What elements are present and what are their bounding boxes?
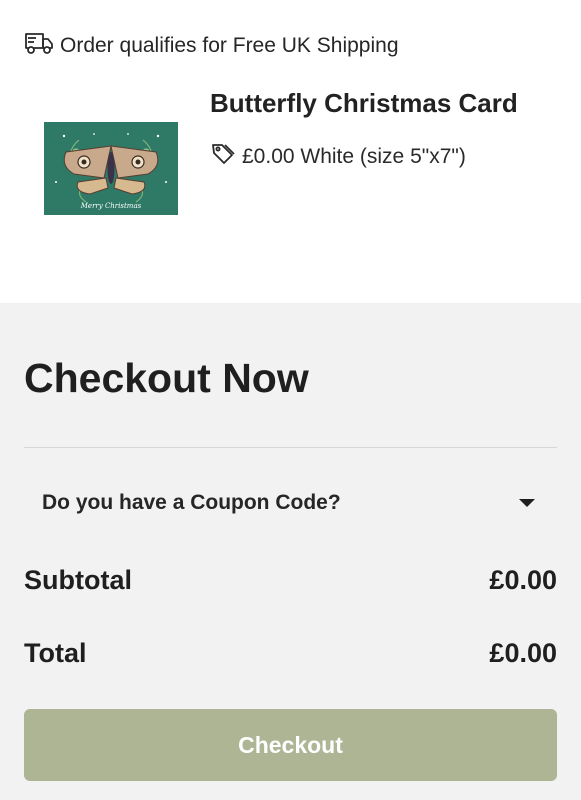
subtotal-row: Subtotal £0.00 [24,565,557,596]
free-shipping-text: Order qualifies for Free UK Shipping [60,34,399,57]
subtotal-value: £0.00 [489,565,557,595]
checkout-panel: Checkout Now Do you have a Coupon Code? … [0,303,581,800]
coupon-label: Do you have a Coupon Code? [42,491,341,514]
coupon-toggle[interactable]: Do you have a Coupon Code? [24,478,557,528]
product-price-variant: £0.00 White (size 5"x7") [210,141,466,173]
subtotal-label: Subtotal [24,565,132,595]
checkout-heading: Checkout Now [24,355,309,401]
divider [24,447,557,448]
product-thumbnail[interactable]: Merry Christmas [44,122,178,215]
cart-item-section: Order qualifies for Free UK Shipping Mer… [0,0,581,303]
chevron-down-icon[interactable] [519,499,535,507]
product-title[interactable]: Butterfly Christmas Card [210,88,518,119]
total-value: £0.00 [489,638,557,668]
total-label: Total [24,638,87,668]
price-variant-text: £0.00 White (size 5"x7") [242,145,466,168]
thumbnail-caption: Merry Christmas [80,202,142,210]
free-shipping-notice: Order qualifies for Free UK Shipping [24,31,399,61]
checkout-button[interactable]: Checkout [24,709,557,781]
total-row: Total £0.00 [24,638,557,669]
truck-icon [24,30,54,62]
price-tag-icon [210,141,236,173]
